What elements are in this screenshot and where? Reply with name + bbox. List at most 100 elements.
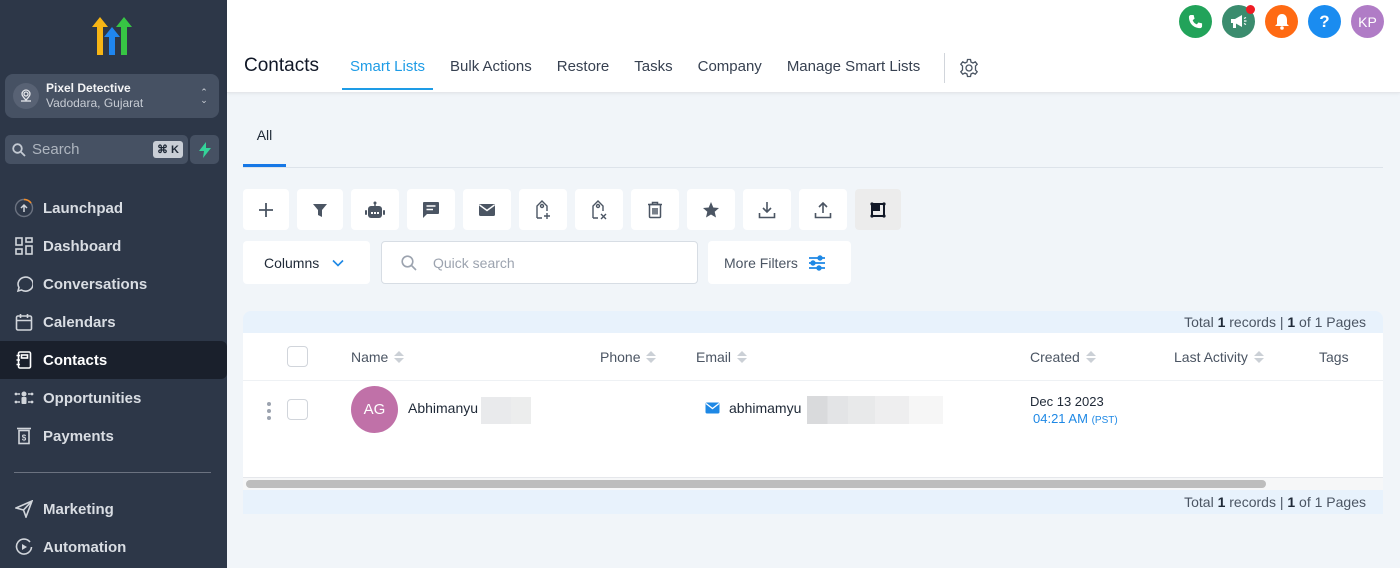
smart-list-tab-all[interactable]: All [243, 120, 286, 167]
tab-manage-smart-lists[interactable]: Manage Smart Lists [779, 45, 928, 90]
send-sms-button[interactable] [407, 189, 455, 230]
column-label: Name [351, 349, 389, 365]
tag-add-icon [536, 199, 550, 219]
contact-email[interactable]: abhimamyu [705, 400, 801, 416]
sidebar-item-contacts[interactable]: Contacts [0, 341, 227, 379]
sidebar-item-conversations[interactable]: Conversations [0, 265, 227, 303]
tab-restore[interactable]: Restore [549, 45, 618, 90]
smart-list-tabs: All [243, 120, 1383, 168]
help-button[interactable]: ? [1308, 5, 1341, 38]
tab-smart-lists[interactable]: Smart Lists [342, 45, 434, 90]
plus-icon [259, 202, 273, 217]
contacts-table: Name Phone Email Created Last Activity T… [243, 333, 1383, 490]
tab-divider [944, 53, 946, 83]
created-date: Dec 13 2023 [1030, 394, 1104, 409]
add-to-automation-button[interactable] [351, 189, 399, 230]
send-email-button[interactable] [463, 189, 511, 230]
merge-contacts-button[interactable] [855, 189, 901, 230]
app-logo-icon[interactable] [90, 15, 134, 57]
remove-tag-button[interactable] [575, 189, 623, 230]
help-icon: ? [1319, 11, 1330, 31]
more-filters-label: More Filters [724, 254, 798, 271]
sidebar-item-marketing[interactable]: Marketing [0, 490, 227, 528]
search-icon [12, 142, 26, 157]
sidebar-search[interactable]: Search ⌘ K [5, 135, 188, 164]
sidebar-item-opportunities[interactable]: Opportunities [0, 379, 227, 417]
download-icon [758, 201, 776, 218]
user-avatar[interactable]: KP [1351, 5, 1384, 38]
sidebar-item-dashboard[interactable]: Dashboard [0, 227, 227, 265]
sidebar-item-label: Automation [43, 538, 127, 556]
tab-bulk-actions[interactable]: Bulk Actions [442, 45, 540, 90]
sidebar-item-automation[interactable]: Automation [0, 528, 227, 566]
gear-icon [960, 58, 979, 77]
location-name: Pixel Detective [46, 81, 131, 95]
keyboard-shortcut-badge: ⌘ K [153, 141, 183, 158]
notifications-button[interactable] [1265, 5, 1298, 38]
sidebar-item-launchpad[interactable]: Launchpad [0, 189, 227, 227]
scrollbar-thumb[interactable] [246, 480, 1266, 488]
sort-icon [1253, 351, 1264, 363]
sidebar-item-label: Launchpad [43, 199, 124, 217]
location-switcher[interactable]: Pixel Detective Vadodara, Gujarat ⌃ ⌄ [5, 74, 219, 118]
column-header-name[interactable]: Name [351, 349, 405, 365]
tab-company[interactable]: Company [690, 45, 770, 90]
trash-icon [648, 201, 662, 218]
delete-button[interactable] [631, 189, 679, 230]
pagination-text: Total [1184, 494, 1218, 510]
sidebar-item-label: Payments [43, 427, 114, 445]
contact-name-link[interactable]: Abhimanyu [408, 400, 478, 416]
more-filters-button[interactable]: More Filters [708, 241, 851, 284]
column-header-phone[interactable]: Phone [600, 349, 657, 365]
row-actions-menu-icon[interactable] [267, 402, 271, 420]
announcements-button[interactable] [1222, 5, 1255, 38]
megaphone-icon [1231, 15, 1247, 28]
column-header-last-activity[interactable]: Last Activity [1174, 349, 1264, 365]
sidebar-item-payments[interactable]: $ Payments [0, 417, 227, 455]
settings-button[interactable] [959, 45, 979, 90]
phone-button[interactable] [1179, 5, 1212, 38]
pagination-summary-top: Total 1 records | 1 of 1 Pages [243, 311, 1383, 333]
add-contact-button[interactable] [243, 189, 289, 230]
sort-icon [1085, 351, 1096, 363]
redacted-name-blur [481, 397, 531, 424]
lightning-bolt-icon [198, 141, 211, 158]
payments-icon: $ [14, 426, 34, 446]
export-button[interactable] [799, 189, 847, 230]
automation-icon [14, 537, 34, 557]
quick-search-box [381, 241, 698, 284]
location-pin-icon [13, 83, 39, 109]
sidebar-search-placeholder: Search [32, 141, 80, 158]
sidebar-item-label: Opportunities [43, 389, 142, 407]
launchpad-icon [14, 198, 34, 218]
quick-search-input[interactable] [433, 254, 673, 271]
bulk-toolbar [243, 189, 901, 230]
table-row[interactable]: AG Abhimanyu abhimamyu Dec 13 2023 04:21… [243, 382, 1383, 442]
contacts-book-icon [14, 350, 34, 370]
header-tabs: Smart Lists Bulk Actions Restore Tasks C… [342, 45, 979, 92]
add-tag-button[interactable] [519, 189, 567, 230]
column-header-email[interactable]: Email [696, 349, 748, 365]
notification-dot [1246, 5, 1255, 14]
column-header-created[interactable]: Created [1030, 349, 1096, 365]
add-to-favorites-button[interactable] [687, 189, 735, 230]
dashboard-icon [14, 236, 34, 256]
column-label: Created [1030, 349, 1080, 365]
sidebar-item-label: Calendars [43, 313, 116, 331]
select-all-checkbox[interactable] [287, 346, 308, 367]
sidebar-item-calendars[interactable]: Calendars [0, 303, 227, 341]
sort-icon [646, 351, 657, 363]
tab-tasks[interactable]: Tasks [626, 45, 680, 90]
filter-button[interactable] [297, 189, 343, 230]
top-header: ? KP Contacts Smart Lists Bulk Actions R… [227, 0, 1400, 93]
bell-icon [1274, 14, 1289, 30]
row-checkbox[interactable] [287, 399, 308, 420]
page-title: Contacts [244, 55, 319, 76]
contact-avatar: AG [351, 386, 398, 433]
horizontal-scrollbar[interactable] [243, 477, 1383, 490]
import-button[interactable] [743, 189, 791, 230]
phone-icon [1188, 14, 1203, 29]
columns-dropdown[interactable]: Columns [243, 241, 370, 284]
quick-actions-button[interactable] [190, 135, 219, 164]
sidebar-item-label: Dashboard [43, 237, 122, 255]
